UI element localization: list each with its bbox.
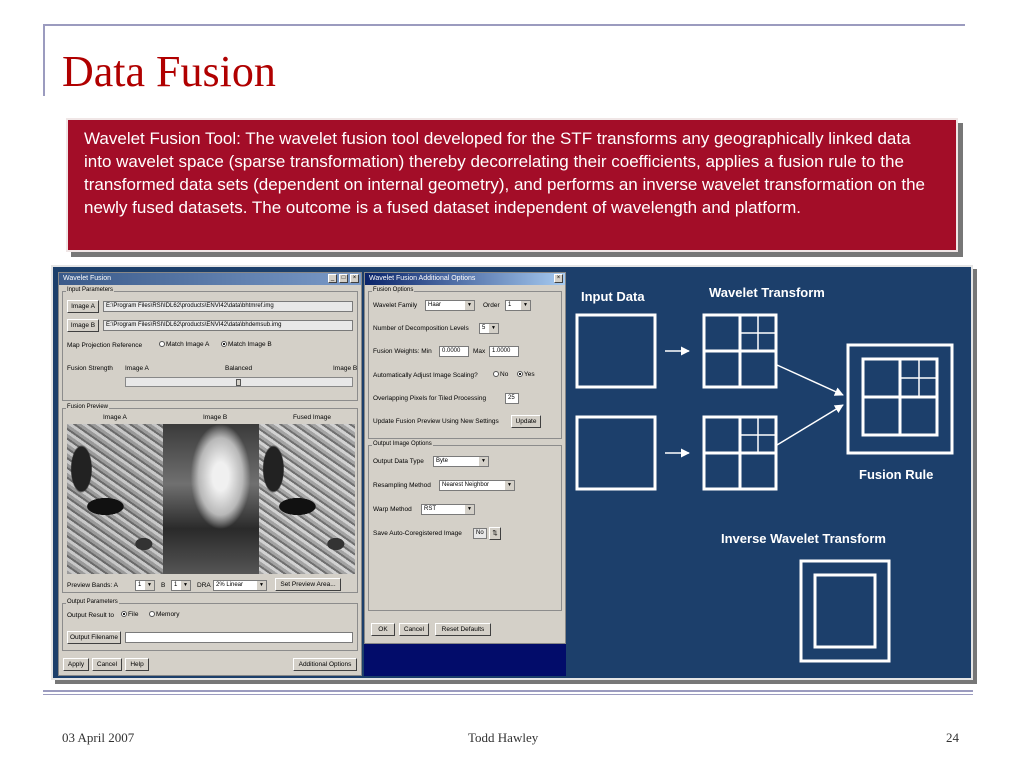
input-data-label: Input Data xyxy=(581,289,645,304)
wavelet-transform-label: Wavelet Transform xyxy=(709,285,825,300)
top-rule xyxy=(43,24,965,26)
figure-panel: Wavelet Fusion _ □ × Input Parameters Im… xyxy=(51,265,973,680)
description-box: Wavelet Fusion Tool: The wavelet fusion … xyxy=(66,118,958,252)
footer-author: Todd Hawley xyxy=(468,730,539,745)
wavelet-grid-1 xyxy=(702,313,778,389)
wavelet-diagram xyxy=(575,313,954,663)
slide-title: Data Fusion xyxy=(62,47,276,96)
footer-date: 03 April 2007 xyxy=(62,730,135,745)
arrow-wavelet-to-fusion-2 xyxy=(776,404,844,446)
wavelet-grid-2 xyxy=(702,415,778,491)
bottom-rule-thin xyxy=(43,694,973,695)
bottom-rule xyxy=(43,690,973,692)
inverse-inner-box xyxy=(813,573,877,649)
input-data-box-2 xyxy=(575,415,657,491)
inverse-wavelet-transform-label: Inverse Wavelet Transform xyxy=(721,531,886,546)
arrow-wavelet-to-fusion-1 xyxy=(776,364,844,396)
footer-page-number: 24 xyxy=(946,730,959,745)
fusion-rule-label: Fusion Rule xyxy=(859,467,934,482)
fused-grid xyxy=(861,357,939,437)
input-data-box-1 xyxy=(575,313,657,389)
left-rule xyxy=(43,24,45,96)
